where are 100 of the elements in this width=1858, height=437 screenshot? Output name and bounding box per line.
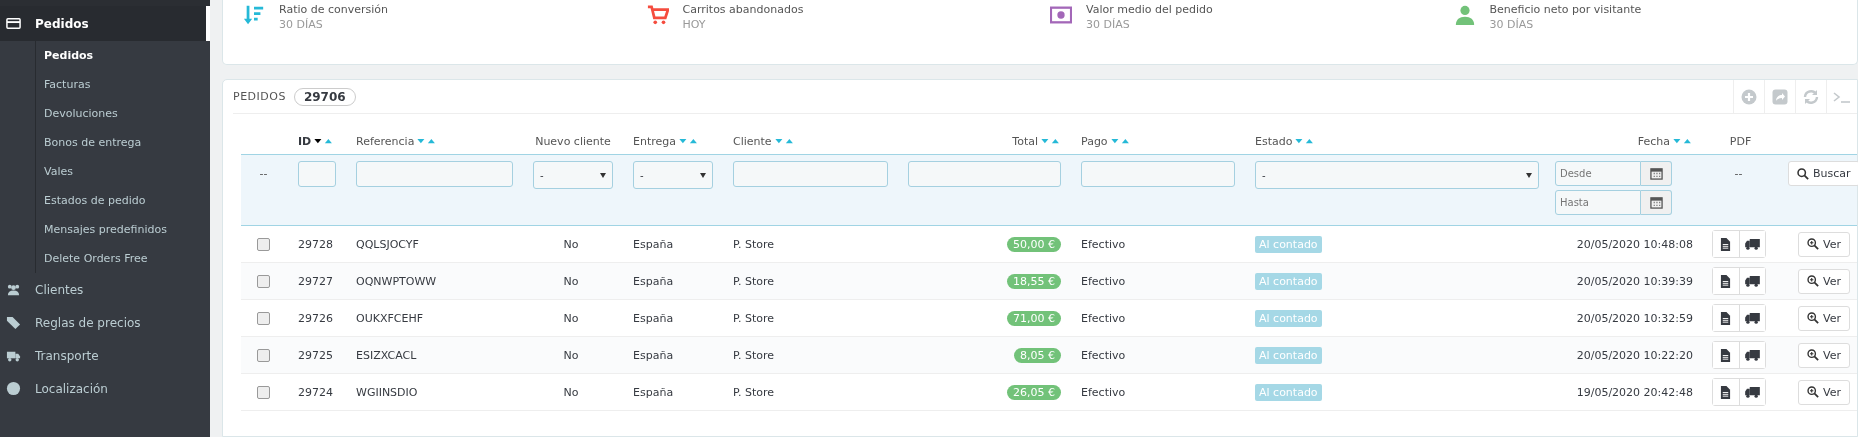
- table-cell: P. Store: [733, 348, 774, 362]
- zoom-in-icon: [1807, 349, 1819, 361]
- table-cell: No: [563, 274, 579, 288]
- truck-icon: [1744, 275, 1760, 287]
- table-cell: España: [633, 237, 674, 251]
- zoom-in-icon: [1807, 312, 1819, 324]
- submenu-item[interactable]: Delete Orders Free: [36, 244, 210, 273]
- table-cell: WGIINSDIO: [356, 385, 418, 399]
- document-icon: [1720, 348, 1731, 362]
- plus-circle-icon: [1741, 88, 1757, 105]
- kpi-title: Carritos abandonados: [682, 2, 804, 17]
- document-icon: [1720, 385, 1731, 399]
- table-cell: España: [633, 348, 674, 362]
- table-cell: OQNWPTOWW: [356, 274, 437, 288]
- table-cell: P. Store: [733, 274, 774, 288]
- invoice-pdf-button[interactable]: [1712, 268, 1739, 294]
- cart-icon: [646, 4, 669, 26]
- submenu-item[interactable]: Facturas: [36, 70, 210, 99]
- users-icon: [6, 282, 21, 297]
- row-checkbox[interactable]: [257, 385, 270, 399]
- row-checkbox[interactable]: [257, 237, 270, 251]
- calendar-button[interactable]: [1641, 161, 1672, 186]
- status-badge: Al contado: [1255, 346, 1322, 364]
- sidebar-item[interactable]: Transporte: [0, 339, 210, 372]
- column-header: Pago: [1081, 135, 1108, 148]
- view-button[interactable]: Ver: [1798, 305, 1850, 331]
- new-customer-select[interactable]: -: [533, 161, 613, 189]
- table-cell: Efectivo: [1081, 348, 1126, 362]
- zoom-in-icon: [1807, 386, 1819, 398]
- delivery-pdf-button[interactable]: [1738, 305, 1765, 331]
- customer-filter-field[interactable]: [733, 161, 888, 187]
- tag-icon: [6, 315, 21, 330]
- view-button[interactable]: Ver: [1798, 268, 1850, 294]
- zoom-in-icon: [1807, 275, 1819, 287]
- refresh-icon: [1803, 88, 1819, 105]
- search-button[interactable]: Buscar: [1788, 161, 1858, 186]
- delivery-pdf-button[interactable]: [1738, 268, 1765, 294]
- invoice-pdf-button[interactable]: [1712, 342, 1739, 368]
- table-cell: España: [633, 274, 674, 288]
- row-checkbox[interactable]: [257, 311, 270, 325]
- view-button[interactable]: Ver: [1798, 379, 1850, 405]
- column-header: Estado: [1255, 135, 1293, 148]
- document-icon: [1720, 237, 1731, 251]
- sidebar-item[interactable]: Reglas de precios: [0, 306, 210, 339]
- sidebar-item[interactable]: Clientes: [0, 273, 210, 306]
- empty-filter-text: --: [259, 167, 268, 180]
- calendar-button[interactable]: [1641, 190, 1672, 215]
- column-header: PDF: [1729, 135, 1752, 148]
- table-cell: España: [633, 311, 674, 325]
- total-badge: 18,55 €: [1007, 273, 1061, 289]
- status-select[interactable]: -: [1255, 161, 1539, 189]
- calendar-icon: [1649, 167, 1663, 180]
- reference-filter-field[interactable]: [356, 161, 513, 187]
- delivery-pdf-button[interactable]: [1738, 379, 1765, 405]
- delivery-pdf-button[interactable]: [1738, 231, 1765, 257]
- date-from-field[interactable]: Desde: [1555, 161, 1641, 186]
- id-filter-field[interactable]: [298, 161, 336, 187]
- view-button[interactable]: Ver: [1798, 231, 1850, 257]
- delivery-pdf-button[interactable]: [1738, 342, 1765, 368]
- sidebar-item[interactable]: Localización: [0, 372, 210, 405]
- truck-icon: [1744, 312, 1760, 324]
- column-header: Nuevo cliente: [535, 135, 611, 148]
- column-header: ID: [298, 135, 312, 148]
- table-cell: 29728: [298, 237, 333, 251]
- view-button[interactable]: Ver: [1798, 342, 1850, 368]
- row-checkbox[interactable]: [257, 348, 270, 362]
- table-cell: No: [563, 348, 579, 362]
- panel-title: PEDIDOS: [233, 90, 286, 103]
- zoom-in-icon: [1807, 238, 1819, 250]
- submenu-item[interactable]: Pedidos: [36, 41, 210, 70]
- table-cell: Efectivo: [1081, 311, 1126, 325]
- document-icon: [1720, 274, 1731, 288]
- sidebar-item[interactable]: Pedidos: [0, 6, 210, 41]
- submenu-item[interactable]: Vales: [36, 157, 210, 186]
- table-cell: 19/05/2020 20:42:48: [1576, 385, 1693, 399]
- kpi-period: HOY: [682, 17, 707, 32]
- total-badge: 71,00 €: [1007, 310, 1061, 326]
- card-icon: [6, 16, 21, 31]
- sort-icon: [243, 4, 265, 26]
- payment-filter-field[interactable]: [1081, 161, 1235, 187]
- table-cell: QQLSJOCYF: [356, 237, 419, 251]
- submenu-item[interactable]: Mensajes predefinidos: [36, 215, 210, 244]
- total-filter-field[interactable]: [908, 161, 1061, 187]
- date-to-field[interactable]: Hasta: [1555, 190, 1641, 215]
- table-cell: Efectivo: [1081, 274, 1126, 288]
- submenu-item[interactable]: Bonos de entrega: [36, 128, 210, 157]
- delivery-select[interactable]: -: [633, 161, 713, 189]
- column-header: Referencia: [356, 135, 415, 148]
- kpi-title: Beneficio neto por visitante: [1489, 2, 1642, 17]
- truck-icon: [1744, 349, 1760, 361]
- kpi-title: Ratio de conversión: [279, 2, 389, 17]
- truck-icon: [1744, 238, 1760, 250]
- total-badge: 26,05 €: [1007, 384, 1061, 400]
- status-badge: Al contado: [1255, 309, 1322, 327]
- column-header: Total: [1012, 135, 1038, 148]
- user-icon: [1453, 4, 1476, 26]
- row-checkbox[interactable]: [257, 274, 270, 288]
- submenu-item[interactable]: Estados de pedido: [36, 186, 210, 215]
- submenu-item[interactable]: Devoluciones: [36, 99, 210, 128]
- table-cell: ESIZXCACL: [356, 348, 417, 362]
